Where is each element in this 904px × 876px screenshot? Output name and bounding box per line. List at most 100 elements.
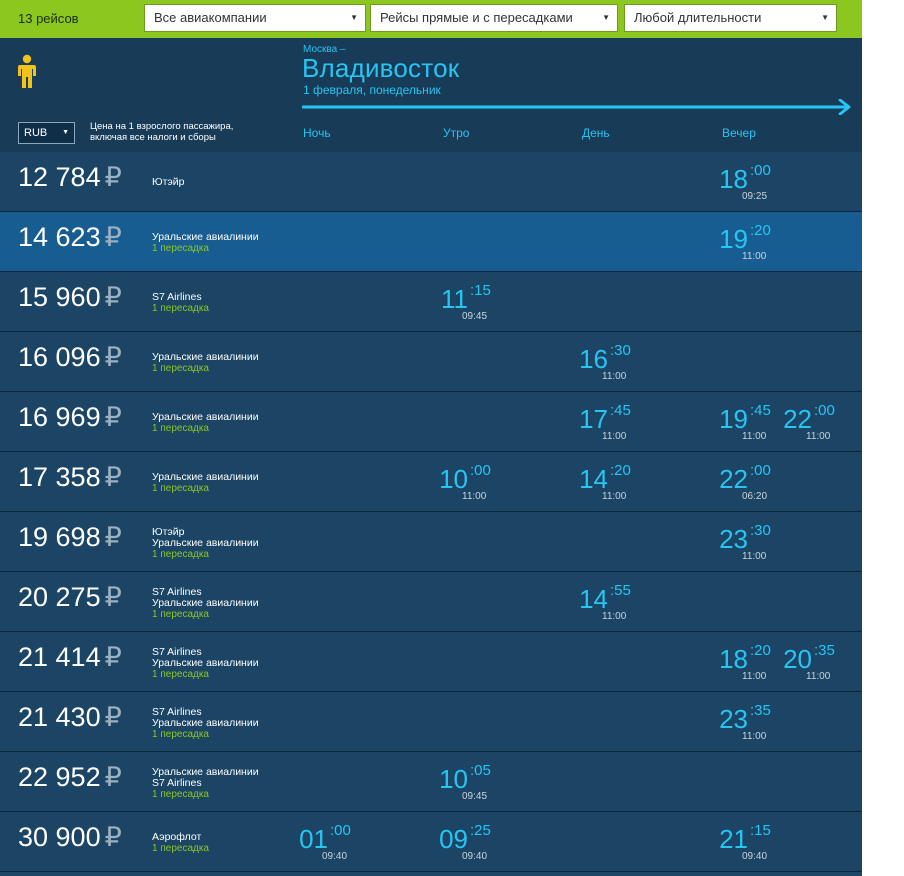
- departure-time[interactable]: 16:30 11:00: [572, 337, 652, 387]
- departure-time[interactable]: 09:25 09:40: [432, 817, 512, 867]
- departure-hour: 19: [719, 404, 748, 434]
- flight-duration: 11:00: [806, 431, 831, 442]
- departure-time[interactable]: 22:00 11:00: [776, 397, 856, 447]
- departure-minutes: :05: [470, 762, 491, 779]
- airline-info: Ютэйр Уральские авиалинии 1 пересадка: [152, 527, 259, 561]
- departure-time[interactable]: 01:00 09:40: [292, 817, 372, 867]
- departure-hour: 22: [783, 404, 812, 434]
- flight-duration: 11:00: [462, 491, 487, 502]
- flight-row[interactable]: 16 096 ₽ Уральские авиалинии 1 пересадка 16:…: [0, 332, 862, 392]
- flight-price: 15 960 ₽: [18, 282, 122, 313]
- stops-filter-select[interactable]: Рейсы прямые и с пересадками ▼: [370, 4, 618, 32]
- price-value: 20 275: [18, 582, 101, 612]
- transfer-count: 1 пересадка: [152, 483, 209, 494]
- flight-duration: 11:00: [742, 431, 767, 442]
- flight-duration: 11:00: [602, 491, 627, 502]
- flight-row[interactable]: 30 900 ₽ Аэрофлот 1 пересадка 01:00 09:40 09:2…: [0, 812, 862, 872]
- departure-minutes: :00: [470, 462, 491, 479]
- price-value: 21 414: [18, 642, 101, 672]
- departure-time[interactable]: 14:20 11:00: [572, 457, 652, 507]
- column-day: День: [582, 126, 610, 140]
- departure-time[interactable]: 21:15 09:40: [712, 817, 792, 867]
- airline-info: Уральские авиалинии 1 пересадка: [152, 231, 259, 255]
- flight-duration: 11:00: [742, 251, 767, 262]
- departure-time[interactable]: 14:55 11:00: [572, 577, 652, 627]
- departure-hour: 17: [579, 404, 608, 434]
- departure-time[interactable]: 18:00 09:25: [712, 157, 792, 207]
- price-note: Цена на 1 взрослого пассажира, включая в…: [90, 121, 280, 143]
- flight-row[interactable]: 14 623 ₽ Уральские авиалинии 1 пересадка 19:…: [0, 212, 862, 272]
- flights-count: 13 рейсов: [18, 11, 79, 26]
- departure-time[interactable]: 11:15 09:45: [432, 277, 512, 327]
- flight-row[interactable]: 22 952 ₽ Уральские авиалинии S7 Airlines 1 п…: [0, 752, 862, 812]
- airline-name: Уральские авиалинии: [152, 657, 259, 669]
- flight-duration: 09:45: [462, 311, 488, 322]
- airline-name: Уральские авиалинии: [152, 411, 259, 423]
- flight-duration: 09:40: [322, 851, 348, 862]
- ruble-sign: ₽: [104, 402, 122, 432]
- flight-row[interactable]: 12 784 ₽ Ютэйр 18:00 09:25: [0, 152, 862, 212]
- flight-duration: 11:00: [806, 671, 831, 682]
- ruble-sign: ₽: [104, 702, 122, 732]
- airline-info: S7 Airlines Уральские авиалинии 1 пересадк…: [152, 707, 259, 741]
- departure-minutes: :15: [750, 822, 771, 839]
- airline-filter-value: Все авиакомпании: [154, 10, 267, 25]
- airline-name: Уральские авиалинии: [152, 597, 259, 609]
- ruble-sign: ₽: [104, 462, 122, 492]
- departure-minutes: :20: [610, 462, 631, 479]
- transfer-count: 1 пересадка: [152, 789, 209, 800]
- departure-minutes: :45: [750, 402, 771, 419]
- flight-duration: 11:00: [602, 611, 627, 622]
- departure-time[interactable]: 10:05 09:45: [432, 757, 512, 807]
- price-note-line: Цена на 1 взрослого пассажира,: [90, 121, 234, 132]
- flight-row[interactable]: 19 698 ₽ Ютэйр Уральские авиалинии 1 пересад…: [0, 512, 862, 572]
- airline-filter-select[interactable]: Все авиакомпании ▼: [144, 4, 366, 32]
- departure-hour: 19: [719, 224, 748, 254]
- flight-price: 17 358 ₽: [18, 462, 122, 493]
- airline-info: Аэрофлот 1 пересадка: [152, 831, 209, 855]
- price-value: 14 623: [18, 222, 101, 252]
- departure-time[interactable]: 23:35 11:00: [712, 697, 792, 747]
- departure-time[interactable]: 19:20 11:00: [712, 217, 792, 267]
- airline-info: Ютэйр: [152, 177, 184, 188]
- airline-info: S7 Airlines Уральские авиалинии 1 пересадк…: [152, 647, 259, 681]
- departure-minutes: :35: [750, 702, 771, 719]
- flight-duration: 09:45: [462, 791, 488, 802]
- departure-minutes: :30: [750, 522, 771, 539]
- flight-row[interactable]: 15 960 ₽ S7 Airlines 1 пересадка 11:15 09:45: [0, 272, 862, 332]
- airline-name: S7 Airlines: [152, 777, 202, 789]
- price-value: 17 358: [18, 462, 101, 492]
- airline-name: Уральские авиалинии: [152, 351, 259, 363]
- departure-time[interactable]: 22:00 06:20: [712, 457, 792, 507]
- airline-name: Уральские авиалинии: [152, 717, 259, 729]
- departure-time[interactable]: 23:30 11:00: [712, 517, 792, 567]
- ruble-sign: ₽: [104, 522, 122, 552]
- airline-info: S7 Airlines 1 пересадка: [152, 292, 209, 315]
- route-destination: Владивосток: [302, 53, 460, 83]
- flight-row[interactable]: 17 358 ₽ Уральские авиалинии 1 пересадка 10:…: [0, 452, 862, 512]
- flight-row[interactable]: 16 969 ₽ Уральские авиалинии 1 пересадка 17:…: [0, 392, 862, 452]
- departure-hour: 22: [719, 464, 748, 494]
- departure-time[interactable]: 17:45 11:00: [572, 397, 652, 447]
- flight-price: 22 952 ₽: [18, 762, 122, 793]
- departure-time[interactable]: 10:00 11:00: [432, 457, 512, 507]
- duration-filter-select[interactable]: Любой длительности ▼: [624, 4, 837, 32]
- airline-info: Уральские авиалинии 1 пересадка: [152, 351, 259, 375]
- currency-select[interactable]: RUB ▼: [18, 122, 75, 144]
- flight-row[interactable]: 20 275 ₽ S7 Airlines Уральские авиалинии 1 п…: [0, 572, 862, 632]
- departure-time[interactable]: 20:35 11:00: [776, 637, 856, 687]
- flight-row[interactable]: 21 414 ₽ S7 Airlines Уральские авиалинии 1 п…: [0, 632, 862, 692]
- airline-name: Уральские авиалинии: [152, 231, 259, 243]
- column-evening: Вечер: [722, 126, 756, 140]
- transfer-count: 1 пересадка: [152, 729, 209, 740]
- flight-duration: 11:00: [742, 551, 767, 562]
- duration-filter-value: Любой длительности: [634, 10, 762, 25]
- price-value: 16 096: [18, 342, 101, 372]
- airline-name: Уральские авиалинии: [152, 471, 259, 483]
- airline-info: Уральские авиалинии 1 пересадка: [152, 471, 259, 495]
- stops-filter-value: Рейсы прямые и с пересадками: [380, 10, 573, 25]
- flight-row[interactable]: 21 430 ₽ S7 Airlines Уральские авиалинии 1 п…: [0, 692, 862, 752]
- airline-name: Аэрофлот: [152, 831, 202, 843]
- ruble-sign: ₽: [104, 282, 122, 312]
- ruble-sign: ₽: [104, 162, 122, 192]
